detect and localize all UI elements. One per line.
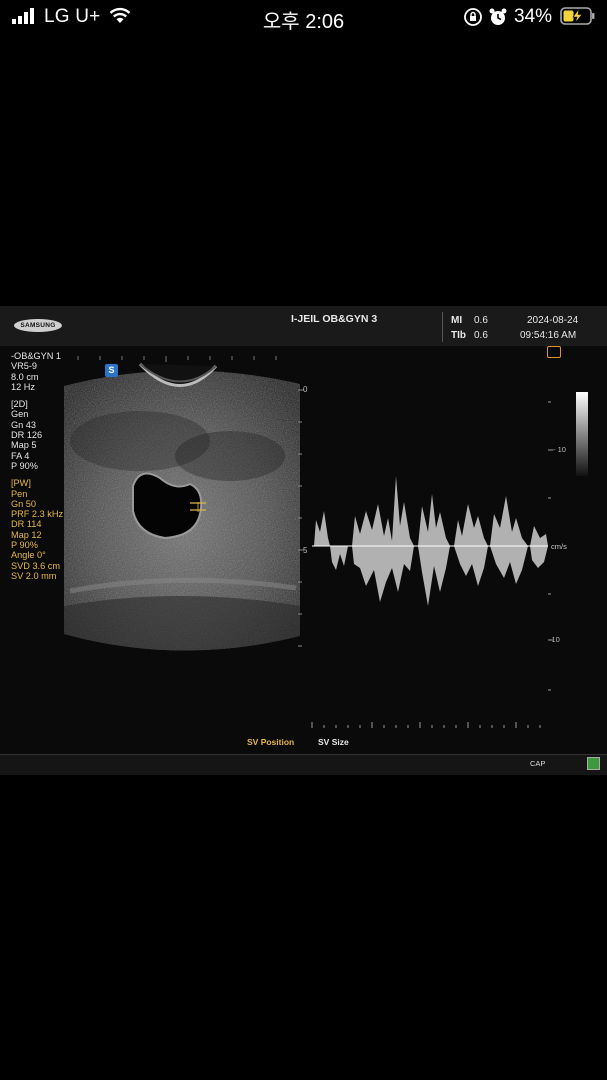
param-pw-angle: Angle 0°: [11, 550, 46, 561]
cap-label: CAP: [530, 759, 546, 768]
time-axis: [311, 722, 541, 728]
ultrasound-screen: SAMSUNG I-JEIL OB&GYN 3 MI 0.6 TIb 0.6 2…: [0, 306, 607, 775]
probe-badge: S: [105, 364, 118, 377]
param-pw-mode: Pen: [11, 488, 28, 499]
orientation-lock-icon: [464, 8, 482, 26]
param-preset: -OB&GYN 1: [11, 351, 62, 361]
top-ticks: [77, 356, 277, 362]
param-2d-map: Map 5: [11, 440, 37, 451]
param-2d-mode: Gen: [11, 409, 29, 420]
param-2d-dr: DR 126: [11, 430, 43, 441]
param-framerate: 12 Hz: [11, 381, 36, 392]
param-probe: VR5-9: [11, 361, 38, 372]
battery-percent: 34%: [514, 6, 553, 27]
depth-label-0: 0: [303, 385, 308, 394]
parameter-panel: -OB&GYN 1 VR5-9 8.0 cm 12 Hz [2D] Gen Gn…: [11, 351, 63, 581]
velocity-label-top: - 10: [553, 445, 566, 454]
alarm-icon: [489, 8, 507, 25]
param-2d-gain: Gn 43: [11, 419, 37, 430]
param-2d-power: P 90%: [11, 460, 38, 471]
ultrasound-image: [64, 356, 553, 728]
depth-label-5: 5: [303, 546, 308, 555]
param-pw-power: P 90%: [11, 540, 38, 551]
param-pw-prf: PRF 2.3 kHz: [11, 509, 64, 520]
sv-position-control[interactable]: SV Position: [247, 737, 294, 747]
param-pw-gain: Gn 50: [11, 498, 37, 509]
sv-size-control[interactable]: SV Size: [318, 737, 349, 747]
param-depth: 8.0 cm: [11, 371, 39, 382]
status-bar: LG U+ 오후 2:06 34%: [0, 0, 607, 34]
grayscale-bar: [576, 392, 588, 476]
freeze-icon[interactable]: [547, 346, 561, 358]
velocity-unit: cm/s: [551, 542, 567, 551]
param-pw-dr: DR 114: [11, 519, 42, 530]
doppler-spectrum: [314, 476, 548, 606]
param-pw-map: Map 12: [11, 529, 42, 540]
param-pw-header: [PW]: [11, 478, 31, 489]
param-pw-svd: SVD 3.6 cm: [11, 560, 61, 571]
battery-charging-icon: [560, 7, 595, 25]
param-2d-fa: FA 4: [11, 450, 30, 461]
param-2d-header: [2D]: [11, 399, 28, 410]
capture-icon[interactable]: [587, 757, 600, 770]
param-pw-sv: SV 2.0 mm: [11, 570, 57, 581]
velocity-label-bottom: -10: [549, 635, 560, 644]
ultrasound-footer: [0, 754, 607, 775]
